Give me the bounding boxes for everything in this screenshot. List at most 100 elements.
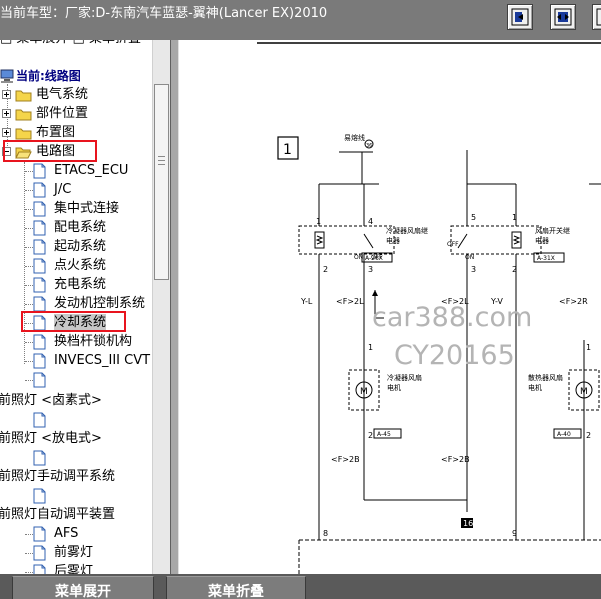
document-icon xyxy=(33,258,46,274)
svg-text:5: 5 xyxy=(471,213,476,222)
tree-leaf-label: 前照灯自动调平装置 xyxy=(0,507,116,522)
tree-leaf[interactable]: ETACS_ECU xyxy=(0,162,152,180)
document-icon xyxy=(33,488,46,504)
svg-text:电机: 电机 xyxy=(528,383,542,392)
svg-text:Y-L: Y-L xyxy=(300,297,313,306)
document-icon xyxy=(33,239,46,255)
tree-node-parts[interactable]: 部件位置 xyxy=(0,105,152,123)
align-left-button[interactable] xyxy=(507,4,533,30)
document-icon xyxy=(33,220,46,236)
pane-splitter[interactable] xyxy=(170,40,179,574)
tree-leaf-label: ETACS_ECU xyxy=(54,163,129,178)
tree-leaf-label: 换档杆锁机构 xyxy=(54,334,133,349)
tree-leaf[interactable]: 点火系统 xyxy=(0,257,152,275)
document-icon xyxy=(33,163,46,179)
svg-text:<F>2R: <F>2R xyxy=(559,297,588,306)
svg-text:1: 1 xyxy=(512,213,517,222)
svg-text:8: 8 xyxy=(323,529,328,538)
tree-leaf[interactable]: 集中式连接 xyxy=(0,200,152,218)
tree-leaf-label: 点火系统 xyxy=(54,258,107,273)
collapse-menu-button[interactable]: 菜单折叠 xyxy=(166,576,306,599)
align-right-button[interactable] xyxy=(592,4,601,30)
tree-node-electrical[interactable]: 电气系统 xyxy=(0,86,152,104)
tree-leaf[interactable]: 充电系统 xyxy=(0,276,152,294)
tree-scrollbar[interactable] xyxy=(152,40,170,574)
expand-plus-icon[interactable] xyxy=(2,128,11,137)
tree-node-label: 部件位置 xyxy=(36,106,89,121)
svg-text:ON: ON xyxy=(465,254,474,261)
tree-root[interactable]: 当前:线路图 xyxy=(0,67,152,85)
document-icon xyxy=(33,201,46,217)
tree-leaf-label: 前照灯 <卤素式> xyxy=(0,393,102,408)
tree-leaf[interactable]: 后雾灯 xyxy=(0,563,152,574)
svg-text:1: 1 xyxy=(586,343,591,352)
tree-root-label: 当前:线路图 xyxy=(16,69,81,83)
svg-text:1: 1 xyxy=(316,217,321,226)
expand-menu-button[interactable]: 菜单展开 xyxy=(12,576,154,599)
expand-plus-icon[interactable] xyxy=(2,109,11,118)
document-icon xyxy=(33,412,46,428)
fit-width-button[interactable] xyxy=(550,4,576,30)
tree-leaf[interactable]: 前照灯 <放电式> xyxy=(0,430,152,448)
tree-leaf[interactable]: 前雾灯 xyxy=(0,544,152,562)
tree-leaf-label: INVECS_III CVT xyxy=(54,353,151,368)
svg-text:16: 16 xyxy=(463,519,473,528)
tree-leaf[interactable]: 配电系统 xyxy=(0,219,152,237)
bottom-bar: 菜单展开 菜单折叠 xyxy=(0,574,601,599)
tree-leaf[interactable] xyxy=(0,449,152,467)
svg-text:<F>2B: <F>2B xyxy=(331,455,360,464)
tree-leaf-label: 前雾灯 xyxy=(54,545,94,560)
svg-text:4: 4 xyxy=(368,217,373,226)
expand-plus-icon[interactable] xyxy=(2,90,11,99)
tree-leaf-label: 起动系统 xyxy=(54,239,107,254)
tree-leaf[interactable]: 换档杆锁机构 xyxy=(0,333,152,351)
svg-text:2: 2 xyxy=(323,265,328,274)
svg-text:<F>2L: <F>2L xyxy=(336,297,364,306)
document-icon xyxy=(33,182,46,198)
document-icon xyxy=(33,526,46,542)
relay1-box xyxy=(298,225,395,255)
tree-leaf[interactable]: 起动系统 xyxy=(0,238,152,256)
tree-leaf[interactable]: 前照灯手动调平系统 xyxy=(0,468,152,486)
svg-text:M: M xyxy=(580,387,588,397)
svg-text:A-31X: A-31X xyxy=(537,255,555,262)
fuse-label: 易熔线 xyxy=(344,133,365,142)
svg-text:电器: 电器 xyxy=(386,236,400,245)
svg-text:冷凝器风扇: 冷凝器风扇 xyxy=(387,373,422,382)
svg-text:9: 9 xyxy=(512,529,517,538)
tree-leaf[interactable]: 前照灯自动调平装置 xyxy=(0,506,152,524)
svg-text:A-45: A-45 xyxy=(377,431,391,438)
tree-leaf[interactable]: J/C xyxy=(0,181,152,199)
tree-leaf[interactable]: 前照灯 <卤素式> xyxy=(0,392,152,410)
title-bar: 当前车型：厂家:D-东南汽车蓝瑟-翼神(Lancer EX)2010 xyxy=(0,0,601,40)
svg-text:<F>2B: <F>2B xyxy=(441,455,470,464)
svg-text:A-26X: A-26X xyxy=(365,255,383,262)
tree-leaf[interactable] xyxy=(0,371,152,389)
watermark-text: car388.com xyxy=(372,302,533,333)
svg-text:3: 3 xyxy=(368,265,373,274)
document-icon xyxy=(33,545,46,561)
highlight-box xyxy=(3,140,97,162)
tree-leaf[interactable]: AFS xyxy=(0,525,152,543)
scrollbar-thumb[interactable] xyxy=(154,84,169,280)
tree-leaf[interactable]: INVECS_III CVT xyxy=(0,352,152,370)
svg-text:电机: 电机 xyxy=(387,383,401,392)
tree-leaf[interactable] xyxy=(0,487,152,505)
svg-text:A-40: A-40 xyxy=(557,431,571,438)
folder-icon xyxy=(15,128,32,140)
tree-leaf[interactable] xyxy=(0,411,152,429)
svg-text:散热器风扇: 散热器风扇 xyxy=(528,373,563,382)
document-icon xyxy=(33,450,46,466)
tree-leaf-label: 后雾灯 xyxy=(54,564,94,574)
folder-icon xyxy=(15,109,32,121)
svg-text:3: 3 xyxy=(471,265,476,274)
svg-text:2: 2 xyxy=(586,431,591,440)
svg-text:电器: 电器 xyxy=(535,236,549,245)
tree-node-label: 电气系统 xyxy=(36,87,89,102)
computer-icon xyxy=(0,69,14,83)
document-icon xyxy=(33,277,46,293)
tree-leaf-label: 前照灯 <放电式> xyxy=(0,431,102,446)
highlight-box xyxy=(21,311,126,332)
wiring-diagram: 1 易熔线 36 1 4 ON OFF 冷凝器风扇继 电器 A-26X 5 1 … xyxy=(179,40,601,574)
svg-text:M: M xyxy=(360,387,368,397)
